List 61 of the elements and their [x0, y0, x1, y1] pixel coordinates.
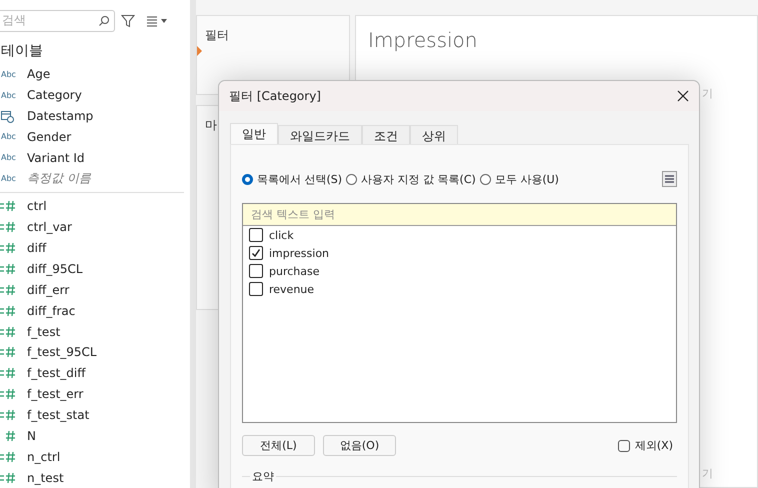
radio-icon[interactable] — [480, 174, 491, 184]
label-fragment: 기 — [702, 86, 713, 101]
select-button[interactable]: 없음(O) — [323, 435, 396, 456]
close-icon — [677, 90, 689, 102]
field-name[interactable]: f_test_95CL — [27, 345, 97, 360]
field-name[interactable]: Category — [27, 88, 82, 102]
exclude-option[interactable]: 제외(X) — [618, 438, 673, 453]
field-name[interactable]: n_ctrl — [27, 450, 60, 464]
text-type-icon: Abc — [1, 90, 16, 100]
field-name[interactable]: diff_95CL — [27, 262, 83, 276]
menu-button[interactable] — [662, 171, 677, 187]
field-name[interactable]: f_test_diff — [27, 366, 86, 380]
radio-icon[interactable] — [346, 174, 358, 184]
field-name[interactable]: diff_err — [27, 282, 70, 297]
checkbox[interactable] — [618, 440, 630, 452]
shelf-title: 필터 — [205, 28, 229, 42]
text-type-icon: Abc — [1, 153, 16, 162]
text-type-icon: Abc — [1, 70, 16, 79]
group-title: 요약 — [250, 469, 276, 484]
search-field[interactable]: 검색 텍스트 입력 — [243, 204, 676, 226]
text-type-icon: Abc — [1, 174, 16, 184]
dialog-tab[interactable]: 와일드카드 — [278, 125, 362, 144]
dialog-title: 필터 [Category] — [229, 88, 321, 104]
shelf-title: 마 — [205, 118, 217, 132]
field-name[interactable]: f_test_stat — [27, 408, 90, 422]
field-name[interactable]: n_test — [27, 470, 64, 485]
dialog-tab[interactable]: 조건 — [362, 125, 410, 144]
field-name[interactable]: N — [27, 428, 36, 443]
checkbox[interactable] — [249, 228, 263, 242]
select-button[interactable]: 전체(L) — [242, 435, 315, 456]
field-name[interactable]: diff — [27, 241, 46, 256]
field-name[interactable]: Datestamp — [27, 108, 94, 123]
field-name[interactable]: f_test — [27, 324, 60, 339]
field-name[interactable]: ctrl — [27, 199, 47, 214]
label-fragment: 기 — [702, 466, 713, 481]
text-type-icon: Abc — [1, 132, 16, 142]
dialog-tab[interactable]: 상위 — [410, 125, 458, 144]
dialog-tab[interactable]: 일반 — [230, 123, 278, 144]
field-name[interactable]: ctrl_var — [27, 220, 72, 234]
value-option[interactable]: impression — [243, 244, 676, 262]
section-title: 테이블 — [1, 42, 44, 60]
menu-icon — [665, 175, 674, 183]
mode-option[interactable]: 모두 사용(U) — [480, 172, 559, 186]
field-name[interactable]: 측정값 이름 — [27, 170, 91, 188]
close-button[interactable] — [675, 88, 691, 104]
field-name[interactable]: f_test_err — [27, 387, 84, 402]
value-option[interactable]: click — [243, 226, 676, 244]
field-name[interactable]: Age — [27, 67, 50, 82]
filter-icon[interactable] — [121, 14, 135, 28]
checkbox[interactable] — [249, 264, 263, 278]
value-option[interactable]: revenue — [243, 280, 676, 298]
field-name[interactable]: diff_frac — [27, 304, 76, 318]
value-option[interactable]: purchase — [243, 262, 676, 280]
mode-option[interactable]: 목록에서 선택(S) — [242, 172, 342, 186]
checkbox[interactable] — [249, 282, 263, 296]
field-name[interactable]: Gender — [27, 130, 72, 144]
search-icon — [98, 14, 110, 27]
field-name[interactable]: Variant Id — [27, 150, 85, 165]
radio-icon[interactable] — [242, 174, 253, 184]
view-title: Impression — [368, 28, 478, 52]
mode-option[interactable]: 사용자 지정 값 목록(C) — [346, 172, 476, 186]
